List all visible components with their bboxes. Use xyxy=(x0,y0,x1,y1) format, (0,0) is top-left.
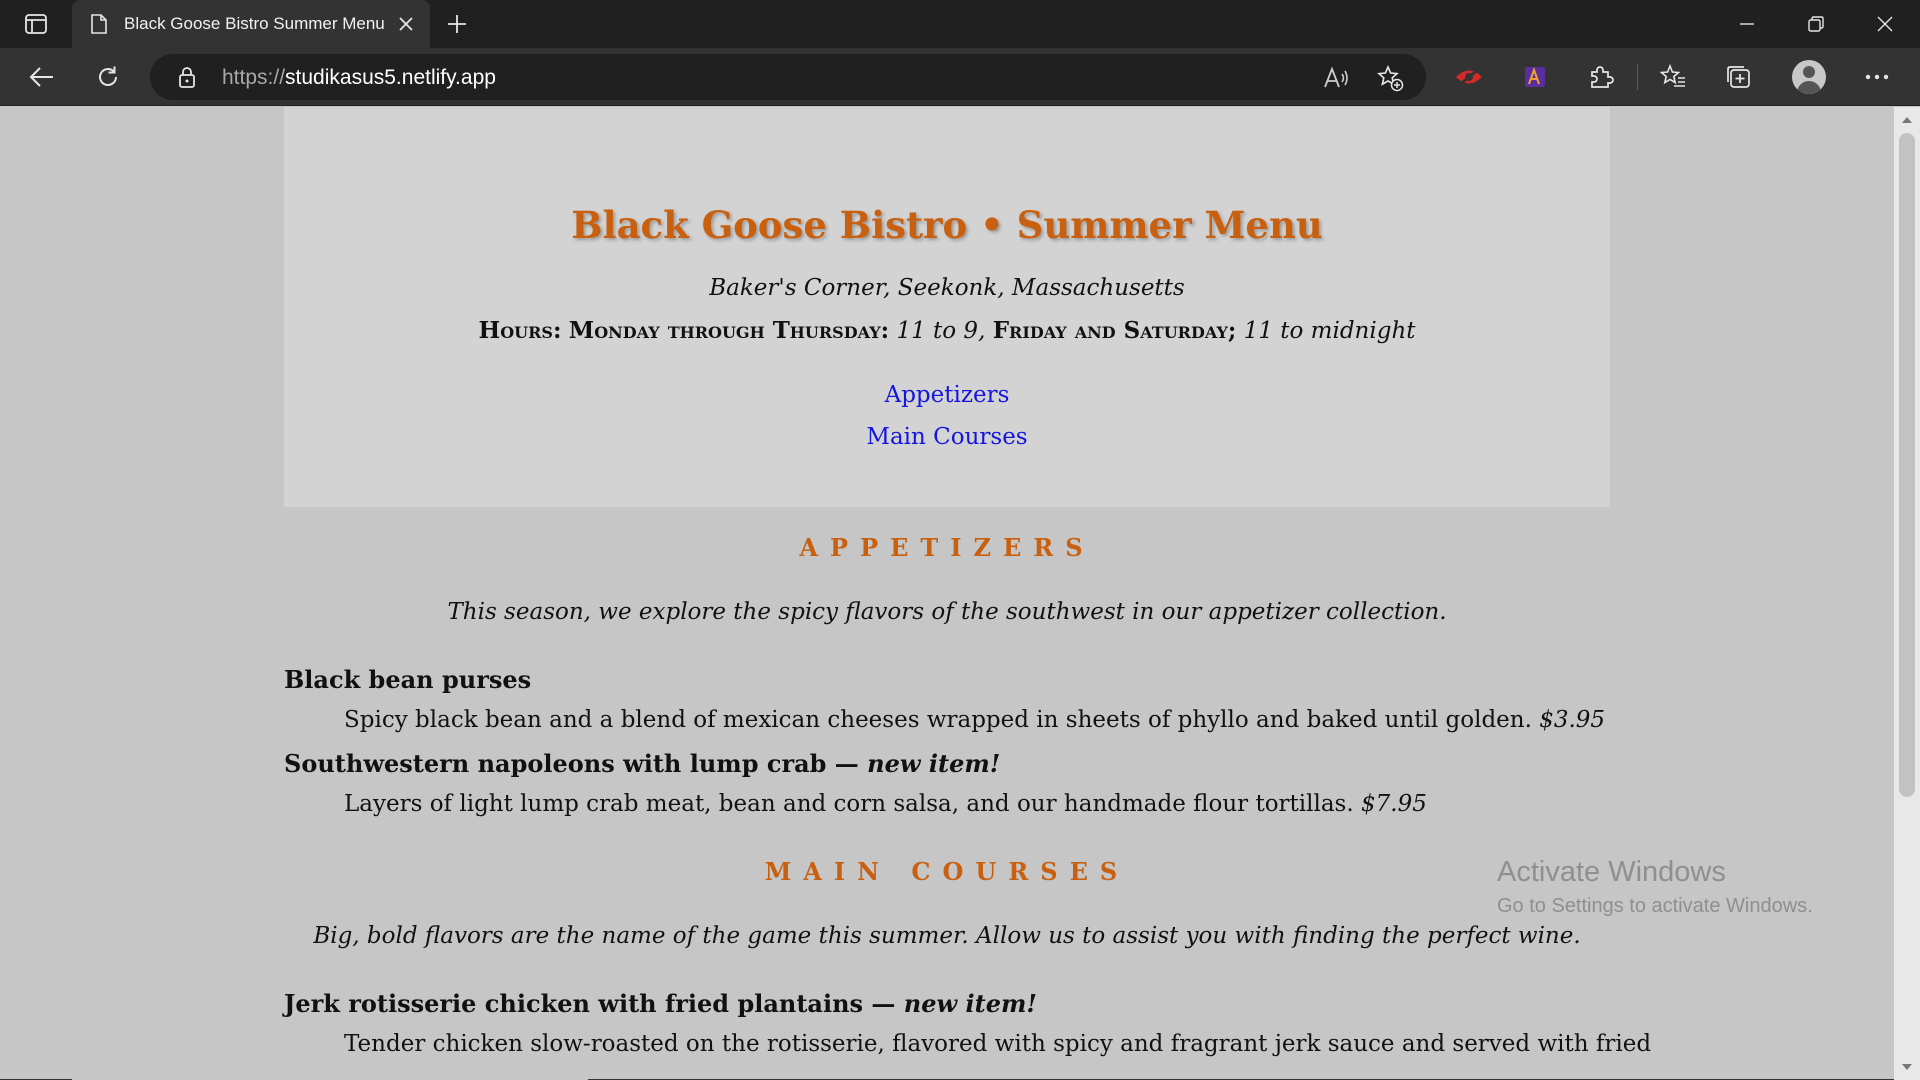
tab-title: Black Goose Bistro Summer Menu xyxy=(124,14,384,33)
scroll-up-arrow-icon[interactable] xyxy=(1900,113,1914,127)
hours-label: Hours: xyxy=(478,317,562,344)
extensions-puzzle-icon[interactable] xyxy=(1584,60,1618,94)
menu-item-name: Southwestern napoleons with lump crab — … xyxy=(284,749,1000,778)
new-item-badge: new item! xyxy=(903,989,1037,1018)
menu-item-name: Jerk rotisserie chicken with fried plant… xyxy=(284,989,1037,1018)
avatar-body xyxy=(1797,81,1821,94)
profile-avatar[interactable] xyxy=(1792,60,1826,94)
address-bar[interactable]: https://studikasus5.netlify.app xyxy=(150,54,1426,100)
item-description-text: Spicy black bean and a blend of mexican … xyxy=(344,707,1532,733)
weekday-label: Monday through Thursday: xyxy=(568,317,890,344)
scroll-down-arrow-icon[interactable] xyxy=(1900,1060,1914,1074)
hours-line: Hours: Monday through Thursday: 11 to 9,… xyxy=(284,317,1610,344)
watermark-title: Activate Windows xyxy=(1497,856,1726,888)
url-protocol: https:// xyxy=(222,66,286,89)
location-subtitle: Baker's Corner, Seekonk, Massachusetts xyxy=(709,275,1185,301)
nav-link-appetizers[interactable]: Appetizers xyxy=(885,382,1010,408)
url-text: https://studikasus5.netlify.app xyxy=(222,66,496,90)
appetizers-intro: This season, we explore the spicy flavor… xyxy=(447,599,1447,625)
weekend-time: 11 to midnight xyxy=(1243,318,1416,344)
browser-titlebar: Black Goose Bistro Summer Menu xyxy=(0,0,1920,48)
new-tab-icon[interactable] xyxy=(442,10,472,38)
nav-appetizers-row: Appetizers xyxy=(284,382,1610,408)
menu-item-description: Layers of light lump crab meat, bean and… xyxy=(344,791,1427,817)
read-aloud-icon[interactable] xyxy=(1322,64,1350,92)
add-favorite-icon[interactable] xyxy=(1376,64,1404,92)
close-tab-icon[interactable] xyxy=(394,12,418,36)
nav-main-courses-row: Main Courses xyxy=(284,424,1610,450)
menu-item-description: Spicy black bean and a blend of mexican … xyxy=(344,707,1605,733)
menu-item-name: Black bean purses xyxy=(284,665,531,694)
extension-red-eye-icon[interactable] xyxy=(1452,60,1486,94)
item-price: $7.95 xyxy=(1361,791,1427,817)
activate-windows-watermark: Activate Windows Go to Settings to activ… xyxy=(1497,856,1813,918)
url-host: studikasus5.netlify.app xyxy=(285,66,496,89)
avatar-head xyxy=(1803,66,1815,78)
weekday-time: 11 to 9, xyxy=(896,318,986,344)
collections-icon[interactable] xyxy=(1722,60,1756,94)
vertical-scrollbar[interactable] xyxy=(1894,107,1920,1080)
browser-tab-active[interactable]: Black Goose Bistro Summer Menu xyxy=(72,0,430,48)
weekend-label: Friday and Saturday; xyxy=(992,317,1237,344)
new-item-badge: new item! xyxy=(867,749,1001,778)
item-description-text: Tender chicken slow-roasted on the rotis… xyxy=(344,1031,1652,1057)
nav-link-main-courses[interactable]: Main Courses xyxy=(866,424,1027,450)
main-courses-heading: MAIN COURSES xyxy=(764,857,1130,886)
menu-header: Black Goose Bistro • Summer Menu Baker's… xyxy=(284,107,1610,507)
main-courses-intro: Big, bold flavors are the name of the ga… xyxy=(313,923,1581,949)
item-description-text: Layers of light lump crab meat, bean and… xyxy=(344,791,1354,817)
watermark-subtitle: Go to Settings to activate Windows. xyxy=(1497,895,1813,917)
page-title: Black Goose Bistro • Summer Menu xyxy=(571,203,1323,247)
back-arrow-icon[interactable] xyxy=(25,60,59,94)
lock-icon[interactable] xyxy=(176,66,198,88)
page-icon xyxy=(88,13,110,35)
item-price: $3.95 xyxy=(1539,707,1606,733)
scrollbar-thumb[interactable] xyxy=(1899,133,1915,797)
menu-item-description: Tender chicken slow-roasted on the rotis… xyxy=(344,1031,1651,1057)
tab-actions-icon[interactable] xyxy=(14,10,58,38)
item-name-text: Southwestern napoleons with lump crab — xyxy=(284,749,859,778)
restore-icon[interactable] xyxy=(1782,0,1850,48)
minimize-icon[interactable] xyxy=(1713,0,1781,48)
item-name-text: Black bean purses xyxy=(284,665,532,694)
refresh-icon[interactable] xyxy=(91,60,125,94)
page-viewport: Black Goose Bistro • Summer Menu Baker's… xyxy=(0,107,1894,1080)
more-menu-icon[interactable] xyxy=(1860,60,1894,94)
browser-toolbar: https://studikasus5.netlify.app xyxy=(0,48,1920,106)
toolbar-divider xyxy=(1637,64,1638,90)
close-window-icon[interactable] xyxy=(1851,0,1919,48)
favorites-icon[interactable] xyxy=(1656,60,1690,94)
extension-purple-icon[interactable] xyxy=(1518,60,1552,94)
appetizers-heading: APPETIZERS xyxy=(799,533,1095,562)
item-name-text: Jerk rotisserie chicken with fried plant… xyxy=(284,989,896,1018)
